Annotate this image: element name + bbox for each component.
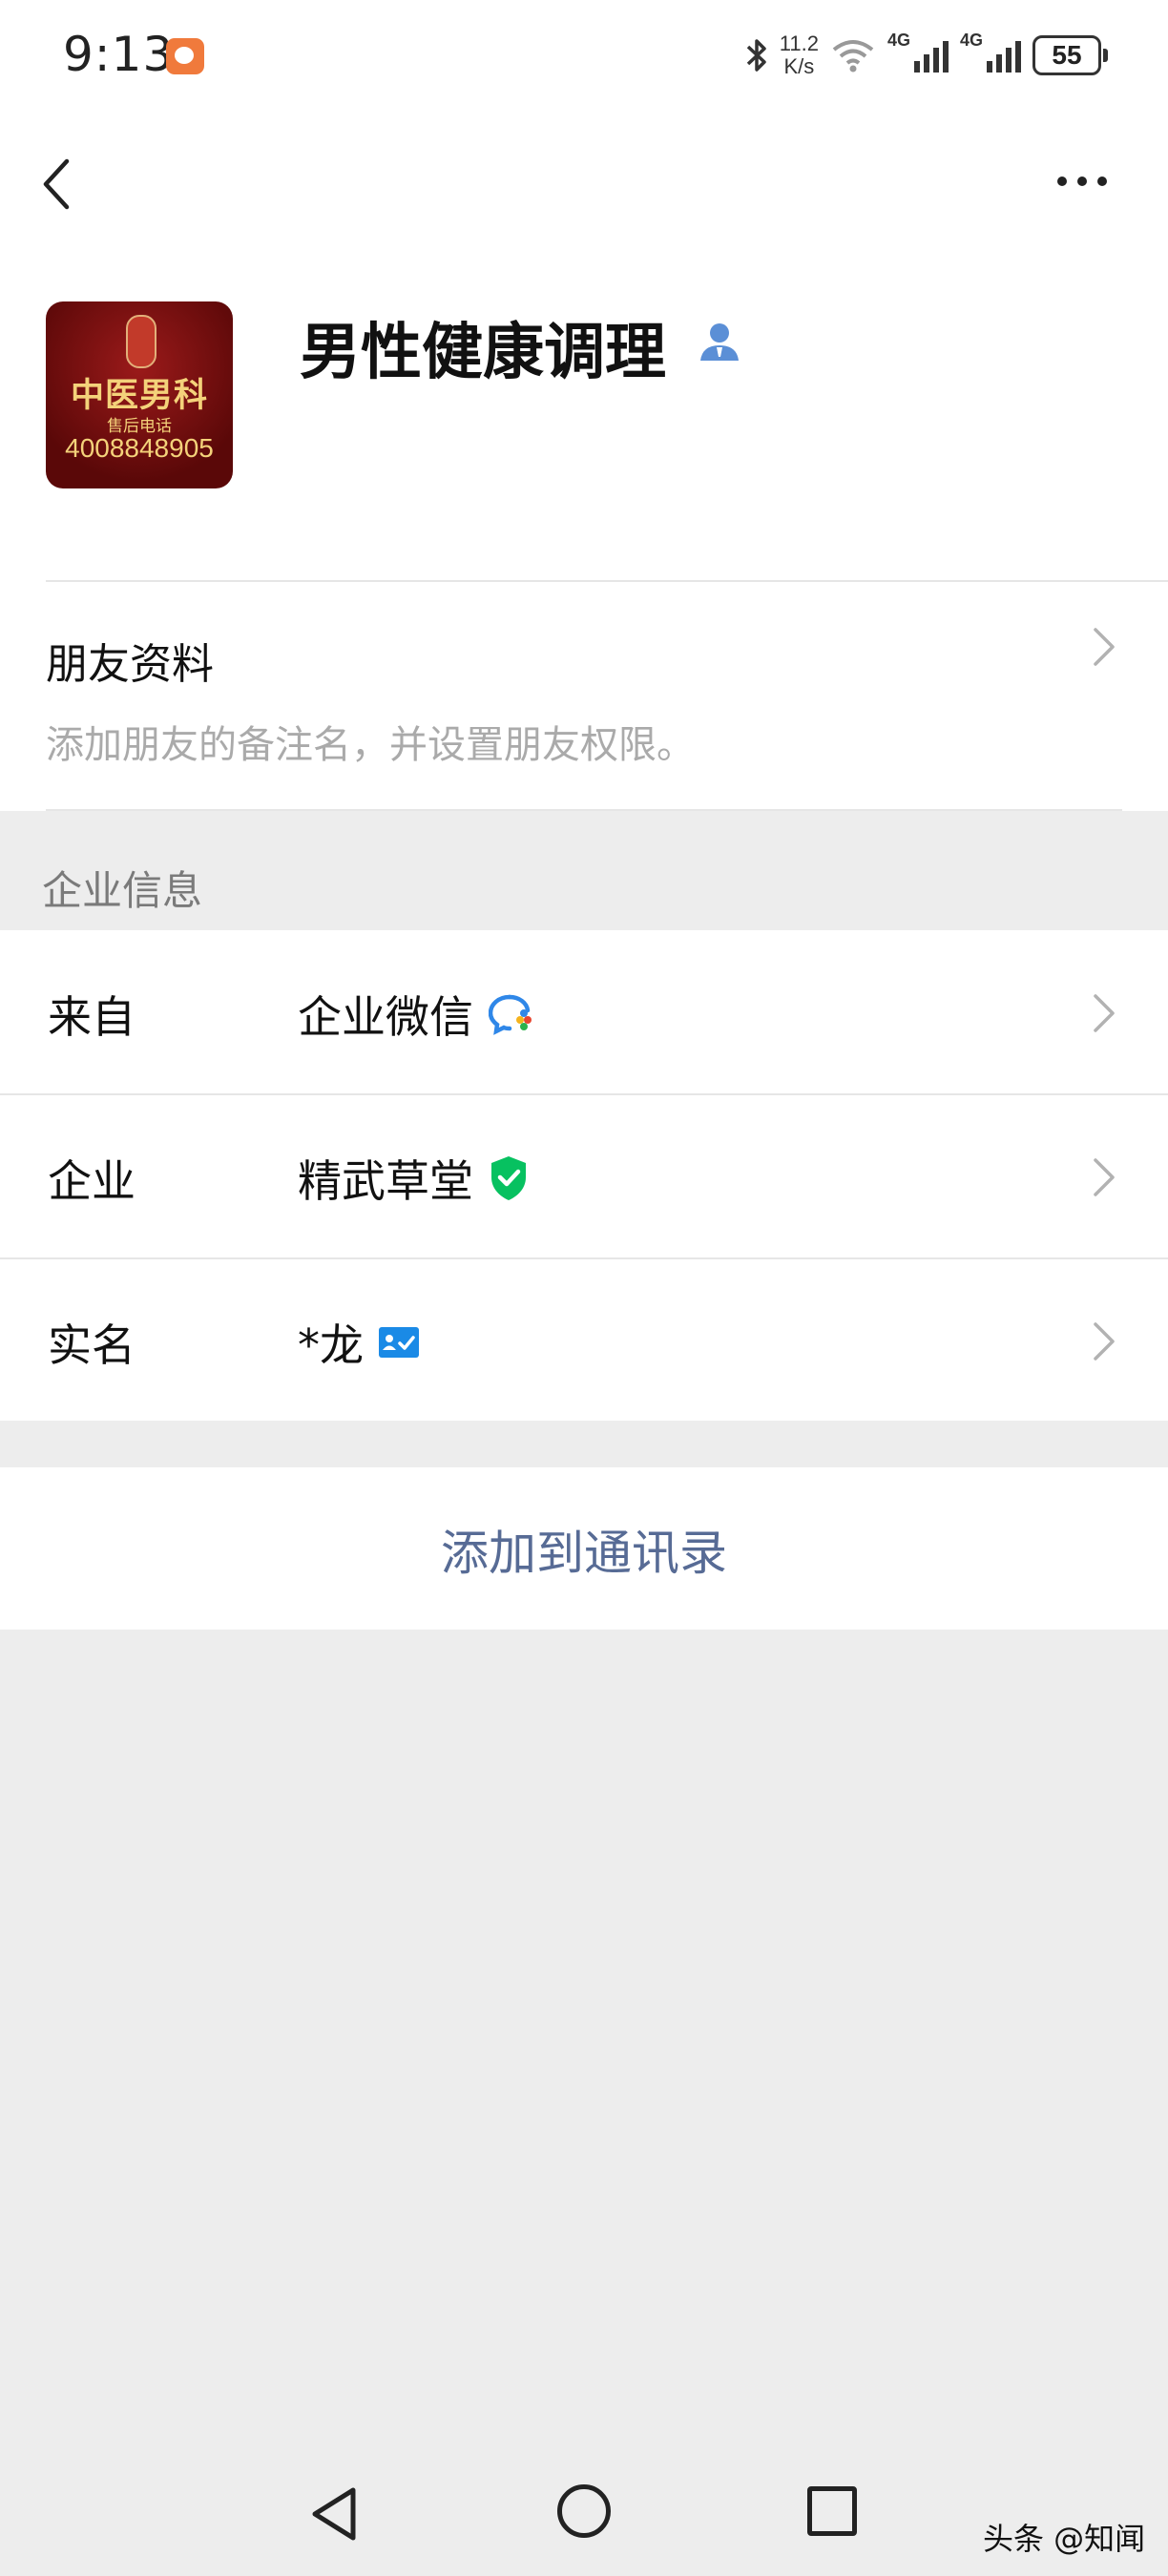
row-source[interactable] [0,930,1168,1092]
network-type-2: 4G [959,31,983,50]
recent-square-icon[interactable] [807,2486,857,2536]
bluetooth-icon [746,39,766,72]
avatar-title: 中医男科 [70,376,208,415]
row-source-value: 企业微信 [298,983,536,1046]
home-circle-icon[interactable] [557,2484,611,2538]
chevron-right-icon [1094,994,1115,1032]
network-speed: 11.2 K/s [779,31,819,78]
status-time: 9:13 [63,27,175,82]
row-realname-value: *龙 [298,1311,419,1374]
row-enterprise[interactable] [0,1095,1168,1257]
row-source-text: 企业微信 [298,991,473,1043]
row-source-label: 来自 [48,991,136,1043]
verified-shield-icon [491,1156,526,1200]
divider [46,809,1122,811]
status-icons: 11.2 K/s 4G 4G 55 [745,27,1108,84]
chevron-right-icon [1094,1158,1115,1196]
avatar-phone: 4008848905 [65,433,214,463]
section-enterprise-label: 企业信息 [42,867,203,914]
row-realname[interactable] [0,1259,1168,1422]
network-type-1: 4G [886,31,910,50]
battery-icon: 55 [1032,35,1108,75]
row-realname-label: 实名 [48,1319,136,1371]
row-enterprise-value: 精武草堂 [298,1147,529,1210]
watermark: 头条 @知闻 [983,2521,1146,2557]
chevron-left-icon[interactable] [38,157,80,211]
id-card-icon [379,1327,419,1358]
row-enterprise-text: 精武草堂 [298,1155,473,1207]
person-icon [700,323,739,361]
chevron-right-icon [1094,628,1115,666]
wecom-icon [489,994,532,1035]
signal-icon-2 [987,38,1021,73]
row-enterprise-label: 企业 [48,1155,136,1207]
battery-level: 55 [1052,40,1082,70]
row-realname-text: *龙 [298,1319,364,1371]
add-to-contacts-label: 添加到通讯录 [441,1526,727,1581]
friend-info-row[interactable] [0,582,1168,811]
friend-info-title: 朋友资料 [46,640,214,689]
avatar[interactable]: 中医男科 售后电话 4008848905 [46,301,233,488]
back-triangle-icon[interactable] [307,2484,361,2544]
contact-name: 男性健康调理 [300,318,666,388]
app-notification-icon [166,38,204,74]
wifi-icon [832,40,874,73]
seal-decoration [126,315,156,368]
signal-icon [913,38,949,73]
chevron-right-icon [1094,1322,1115,1361]
friend-info-subtitle: 添加朋友的备注名，并设置朋友权限。 [46,723,695,767]
more-dots-icon[interactable] [1057,177,1107,186]
